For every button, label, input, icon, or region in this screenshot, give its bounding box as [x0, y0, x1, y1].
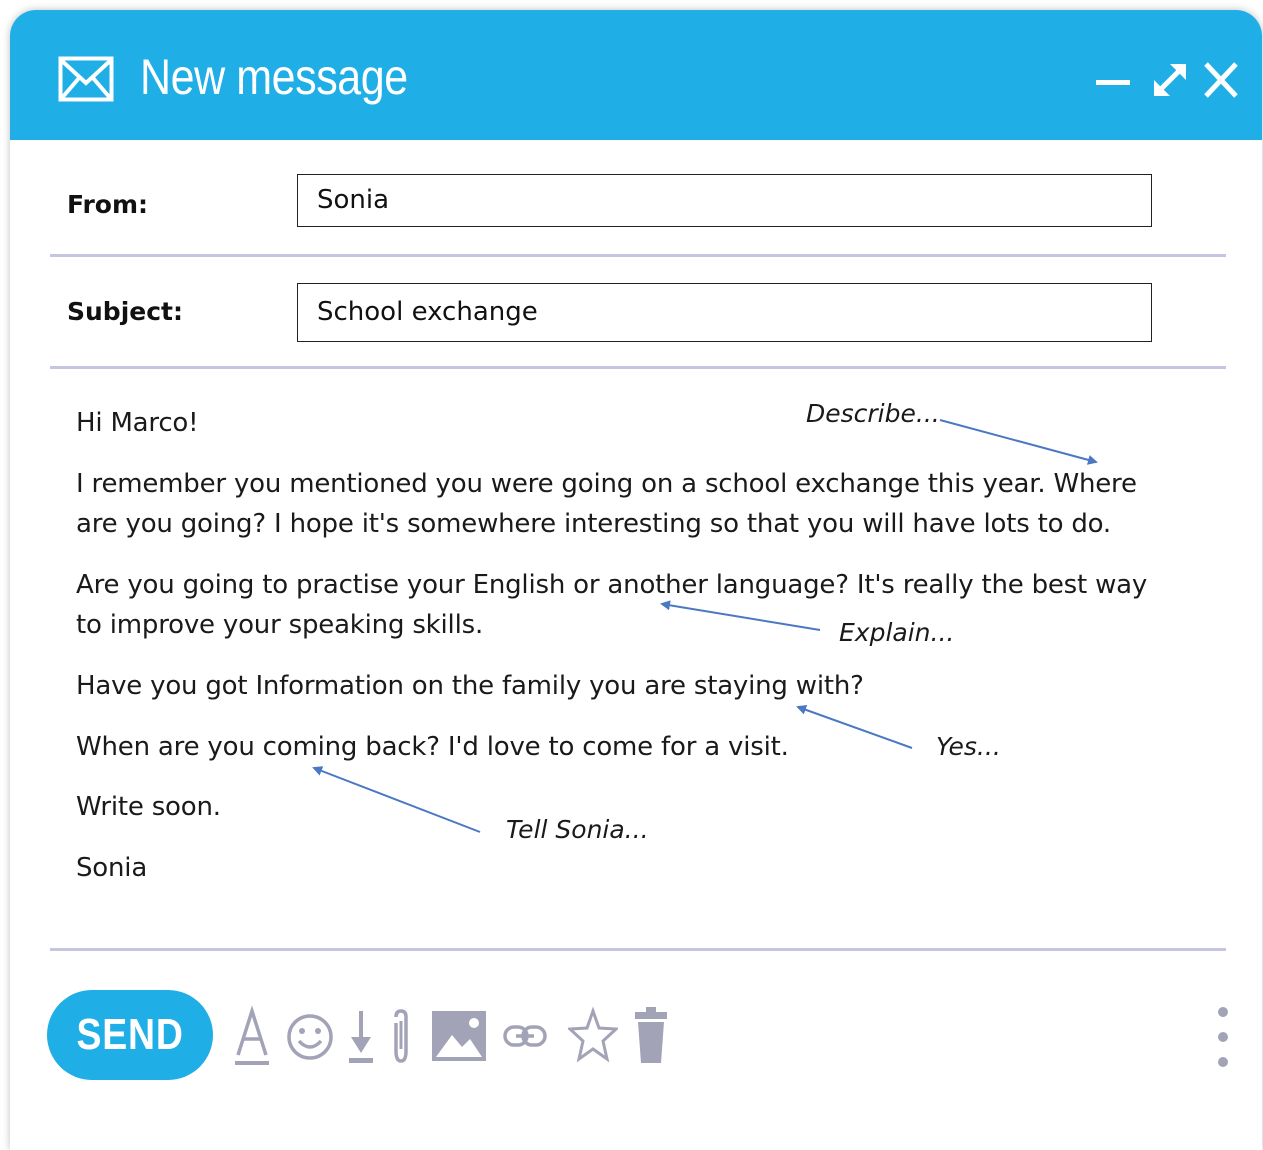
from-field[interactable]: Sonia [297, 174, 1152, 227]
paragraph-3: Have you got Information on the family y… [76, 671, 864, 701]
arrow-explain [660, 600, 821, 631]
subject-label: Subject: [67, 297, 183, 326]
arrow-yes [796, 705, 913, 749]
divider [50, 948, 1226, 951]
paragraph-2-line-2: to improve your speaking skills. [76, 610, 484, 640]
signature-text: Sonia [76, 853, 148, 883]
minimize-icon[interactable] [1092, 58, 1136, 102]
arrow-describe [939, 419, 1098, 465]
star-icon[interactable] [568, 1005, 618, 1067]
text-format-icon[interactable] [232, 1005, 272, 1067]
more-options-icon[interactable] [1210, 1002, 1236, 1072]
download-icon[interactable] [346, 1005, 376, 1067]
closing-text: Write soon. [76, 792, 221, 822]
paragraph-2-line-1: Are you going to practise your English o… [76, 570, 1148, 600]
annotation-yes: Yes... [936, 732, 1001, 761]
link-icon[interactable] [502, 1005, 548, 1067]
image-icon[interactable] [430, 1005, 488, 1067]
divider [50, 254, 1226, 257]
paragraph-4: When are you coming back? I'd love to co… [76, 732, 789, 762]
paragraph-1-line-1: I remember you mentioned you were going … [76, 469, 1137, 499]
divider [50, 366, 1226, 369]
annotation-explain: Explain... [839, 618, 955, 647]
arrow-tell [312, 766, 481, 833]
trash-icon[interactable] [632, 1005, 670, 1067]
paragraph-1-line-2: are you going? I hope it's somewhere int… [76, 509, 1112, 539]
window-title: New message [140, 49, 408, 105]
emoji-icon[interactable] [286, 1005, 334, 1067]
envelope-icon [58, 56, 114, 102]
subject-field[interactable]: School exchange [297, 283, 1152, 342]
attachment-icon[interactable] [388, 1005, 414, 1067]
close-icon[interactable] [1200, 58, 1244, 102]
annotation-tell: Tell Sonia... [506, 815, 649, 844]
expand-icon[interactable] [1148, 58, 1192, 102]
title-bar: New message [10, 10, 1262, 140]
send-button[interactable]: SEND [47, 990, 213, 1080]
from-label: From: [67, 190, 149, 219]
send-button-label: SEND [76, 1010, 184, 1059]
annotation-describe: Describe... [806, 399, 940, 428]
new-message-window: New message From: Sonia Subject: School … [10, 10, 1262, 1150]
greeting-text: Hi Marco! [76, 408, 199, 438]
